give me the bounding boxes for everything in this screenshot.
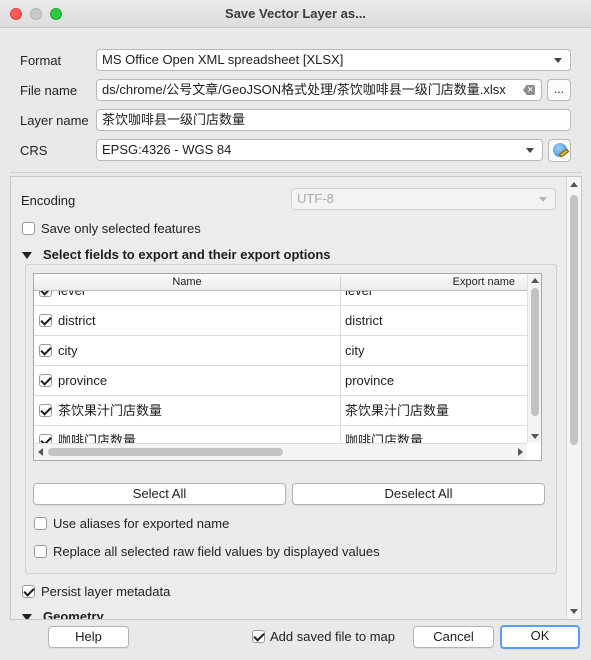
- scroll-down-icon[interactable]: [570, 609, 578, 614]
- table-row[interactable]: province province: [34, 366, 527, 396]
- scroll-down-icon[interactable]: [531, 434, 539, 439]
- table-row[interactable]: district district: [34, 306, 527, 336]
- clear-icon[interactable]: [523, 85, 535, 95]
- encoding-select: UTF-8: [291, 188, 556, 210]
- use-aliases-checkbox[interactable]: [34, 517, 47, 530]
- field-name: province: [58, 373, 108, 388]
- title-bar: Save Vector Layer as...: [0, 0, 591, 28]
- select-all-button[interactable]: Select All: [33, 483, 286, 505]
- table-row[interactable]: level level: [34, 291, 527, 306]
- layername-label: Layer name: [20, 113, 89, 128]
- field-export-name[interactable]: level: [340, 291, 527, 306]
- options-scroll-area[interactable]: Encoding UTF-8 Save only selected featur…: [10, 176, 582, 620]
- persist-metadata-checkbox[interactable]: [22, 585, 35, 598]
- ok-button[interactable]: OK: [500, 625, 580, 649]
- save-selected-checkbox[interactable]: [22, 222, 35, 235]
- format-value: MS Office Open XML spreadsheet [XLSX]: [102, 52, 344, 67]
- add-saved-checkbox[interactable]: [252, 630, 265, 643]
- filename-label: File name: [20, 83, 78, 98]
- collapse-triangle-icon[interactable]: [22, 252, 32, 259]
- replace-values-label: Replace all selected raw field values by…: [53, 544, 380, 559]
- use-aliases-label: Use aliases for exported name: [53, 516, 230, 531]
- scroll-up-icon[interactable]: [531, 278, 539, 283]
- field-checkbox[interactable]: [39, 344, 52, 357]
- crs-select[interactable]: EPSG:4326 - WGS 84: [96, 139, 543, 161]
- scroll-left-icon[interactable]: [38, 448, 43, 456]
- scroll-thumb[interactable]: [531, 288, 539, 416]
- field-checkbox[interactable]: [39, 374, 52, 387]
- cancel-button[interactable]: Cancel: [413, 626, 494, 648]
- scroll-thumb[interactable]: [570, 195, 578, 445]
- layername-value: 茶饮咖啡县一级门店数量: [102, 112, 246, 127]
- layername-input[interactable]: 茶饮咖啡县一级门店数量: [96, 109, 571, 131]
- persist-metadata-label: Persist layer metadata: [41, 584, 171, 599]
- field-name: district: [58, 313, 96, 328]
- filename-input[interactable]: ds/chrome/公号文章/GeoJSON格式处理/茶饮咖啡县一级门店数量.x…: [96, 79, 542, 101]
- format-label: Format: [20, 53, 62, 68]
- table-header: Name Export name: [34, 274, 527, 293]
- geometry-section-title[interactable]: Geometry: [43, 609, 104, 619]
- scroll-thumb[interactable]: [48, 448, 283, 456]
- field-export-name[interactable]: city: [340, 336, 527, 366]
- add-saved-label: Add saved file to map: [270, 629, 396, 644]
- table-horizontal-scrollbar[interactable]: [34, 443, 527, 460]
- field-checkbox[interactable]: [39, 404, 52, 417]
- scroll-up-icon[interactable]: [570, 182, 578, 187]
- field-name: 茶饮果汁门店数量: [58, 403, 163, 418]
- crs-label: CRS: [20, 143, 48, 158]
- crs-value: EPSG:4326 - WGS 84: [102, 142, 232, 157]
- field-export-name[interactable]: province: [340, 366, 527, 396]
- table-row[interactable]: 咖啡门店数量 咖啡门店数量: [34, 426, 527, 443]
- field-checkbox[interactable]: [39, 314, 52, 327]
- field-export-name[interactable]: district: [340, 306, 527, 336]
- scroll-right-icon[interactable]: [518, 448, 523, 456]
- replace-values-checkbox[interactable]: [34, 545, 47, 558]
- format-select[interactable]: MS Office Open XML spreadsheet [XLSX]: [96, 49, 571, 71]
- encoding-value: UTF-8: [297, 191, 334, 206]
- field-name: city: [58, 343, 78, 358]
- encoding-label: Encoding: [21, 193, 76, 208]
- save-selected-label: Save only selected features: [41, 221, 201, 236]
- options-vertical-scrollbar[interactable]: [566, 177, 581, 619]
- field-export-name[interactable]: 茶饮果汁门店数量: [340, 396, 527, 426]
- fields-table[interactable]: Name Export name level level district di…: [33, 273, 542, 461]
- browse-button[interactable]: ...: [547, 79, 571, 101]
- fields-section-title[interactable]: Select fields to export and their export…: [43, 247, 331, 262]
- filename-value: ds/chrome/公号文章/GeoJSON格式处理/茶饮咖啡县一级门店数量.x…: [102, 82, 506, 97]
- table-row[interactable]: city city: [34, 336, 527, 366]
- deselect-all-button[interactable]: Deselect All: [292, 483, 545, 505]
- select-crs-icon[interactable]: [548, 139, 571, 162]
- field-export-name[interactable]: 咖啡门店数量: [340, 426, 527, 443]
- column-header-name[interactable]: Name: [34, 276, 340, 288]
- help-button[interactable]: Help: [48, 626, 129, 648]
- field-checkbox[interactable]: [39, 434, 52, 443]
- collapse-triangle-icon[interactable]: [22, 614, 32, 619]
- window-title: Save Vector Layer as...: [225, 6, 366, 21]
- table-vertical-scrollbar[interactable]: [527, 274, 541, 443]
- field-name: 咖啡门店数量: [58, 433, 137, 443]
- field-name: level: [58, 291, 85, 306]
- field-checkbox[interactable]: [39, 291, 52, 297]
- table-rows: level level district district city city …: [34, 291, 527, 443]
- separator: [10, 172, 582, 173]
- table-row[interactable]: 茶饮果汁门店数量 茶饮果汁门店数量: [34, 396, 527, 426]
